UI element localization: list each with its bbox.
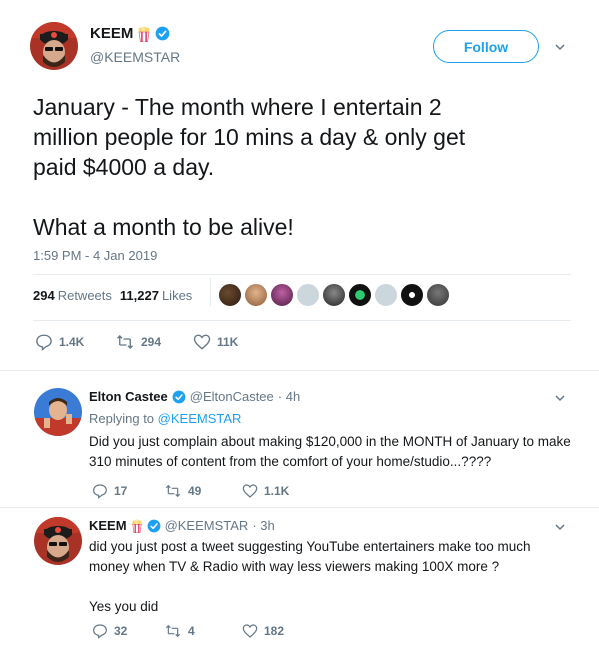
retweet-icon [165, 484, 181, 498]
reply-time[interactable]: · 4h [278, 389, 300, 404]
retweet-icon [165, 624, 181, 638]
reply-icon [93, 624, 107, 639]
divider [210, 278, 211, 306]
popcorn-icon [138, 25, 150, 42]
divider [0, 370, 599, 371]
reply-avatar[interactable] [34, 388, 82, 436]
liker-avatar[interactable] [400, 283, 424, 307]
tweet-actions: 1.4K 294 11K [35, 333, 238, 351]
reply-text: Did you just complain about making $120,… [89, 434, 571, 469]
reply-icon [93, 484, 107, 499]
author-handle[interactable]: @KEEMSTAR [90, 49, 180, 65]
tweet-stats: 294 Retweets 11,227 Likes [33, 288, 192, 303]
author-name-row[interactable]: KEEM [90, 25, 170, 42]
reply-actions: 32 4 182 [92, 623, 284, 639]
like-icon [242, 624, 258, 638]
chevron-down-icon[interactable] [554, 521, 566, 533]
reply-time[interactable]: · 3h [252, 518, 274, 533]
chevron-down-icon[interactable] [554, 392, 566, 404]
liker-avatar[interactable] [348, 283, 372, 307]
divider [0, 507, 599, 508]
retweet-icon [117, 335, 133, 349]
like-button[interactable]: 11K [193, 333, 238, 351]
tweet-text: January - The month where I entertain 2 … [33, 94, 466, 240]
verified-badge-icon [155, 26, 170, 41]
replying-to: Replying to @KEEMSTAR [89, 411, 242, 426]
like-button[interactable]: 1.1K [242, 483, 289, 499]
like-icon [193, 334, 211, 350]
reply-button[interactable]: 17 [92, 483, 164, 499]
liker-avatar[interactable] [374, 283, 398, 307]
retweets-stat[interactable]: 294 Retweets [33, 288, 112, 303]
like-button[interactable]: 182 [242, 623, 284, 639]
liker-avatars[interactable] [218, 283, 450, 307]
replying-to-handle[interactable]: @KEEMSTAR [158, 411, 242, 426]
retweet-button[interactable]: 4 [164, 623, 242, 639]
reply-icon [36, 334, 52, 351]
divider [33, 320, 571, 321]
liker-avatar[interactable] [218, 283, 242, 307]
reply-author-name[interactable]: KEEM [89, 518, 127, 533]
reply-avatar[interactable] [34, 517, 82, 565]
retweet-button[interactable]: 294 [115, 333, 193, 351]
liker-avatar[interactable] [296, 283, 320, 307]
reply-header: KEEM @KEEMSTAR · 3h [89, 518, 275, 533]
like-icon [242, 484, 258, 498]
chevron-down-icon[interactable] [554, 41, 566, 53]
reply-author-handle[interactable]: @EltonCastee [190, 389, 274, 404]
reply-actions: 17 49 1.1K [92, 483, 289, 499]
liker-avatar[interactable] [322, 283, 346, 307]
verified-badge-icon [147, 519, 160, 532]
popcorn-icon [131, 518, 142, 533]
reply-author-name[interactable]: Elton Castee [89, 389, 168, 404]
liker-avatar[interactable] [270, 283, 294, 307]
tweet-timestamp[interactable]: 1:59 PM - 4 Jan 2019 [33, 248, 157, 263]
verified-badge-icon [172, 390, 186, 403]
follow-button[interactable]: Follow [433, 30, 539, 63]
liker-avatar[interactable] [244, 283, 268, 307]
retweet-button[interactable]: 49 [164, 483, 242, 499]
reply-text: did you just post a tweet suggesting You… [89, 539, 531, 614]
reply-header: Elton Castee @EltonCastee · 4h [89, 389, 300, 404]
reply-author-handle[interactable]: @KEEMSTAR [165, 518, 249, 533]
liker-avatar[interactable] [426, 283, 450, 307]
divider [33, 274, 571, 275]
reply-button[interactable]: 32 [92, 623, 164, 639]
likes-stat[interactable]: 11,227 Likes [120, 288, 192, 303]
reply-button[interactable]: 1.4K [35, 333, 115, 351]
author-name[interactable]: KEEM [90, 25, 133, 42]
author-avatar[interactable] [30, 22, 78, 70]
